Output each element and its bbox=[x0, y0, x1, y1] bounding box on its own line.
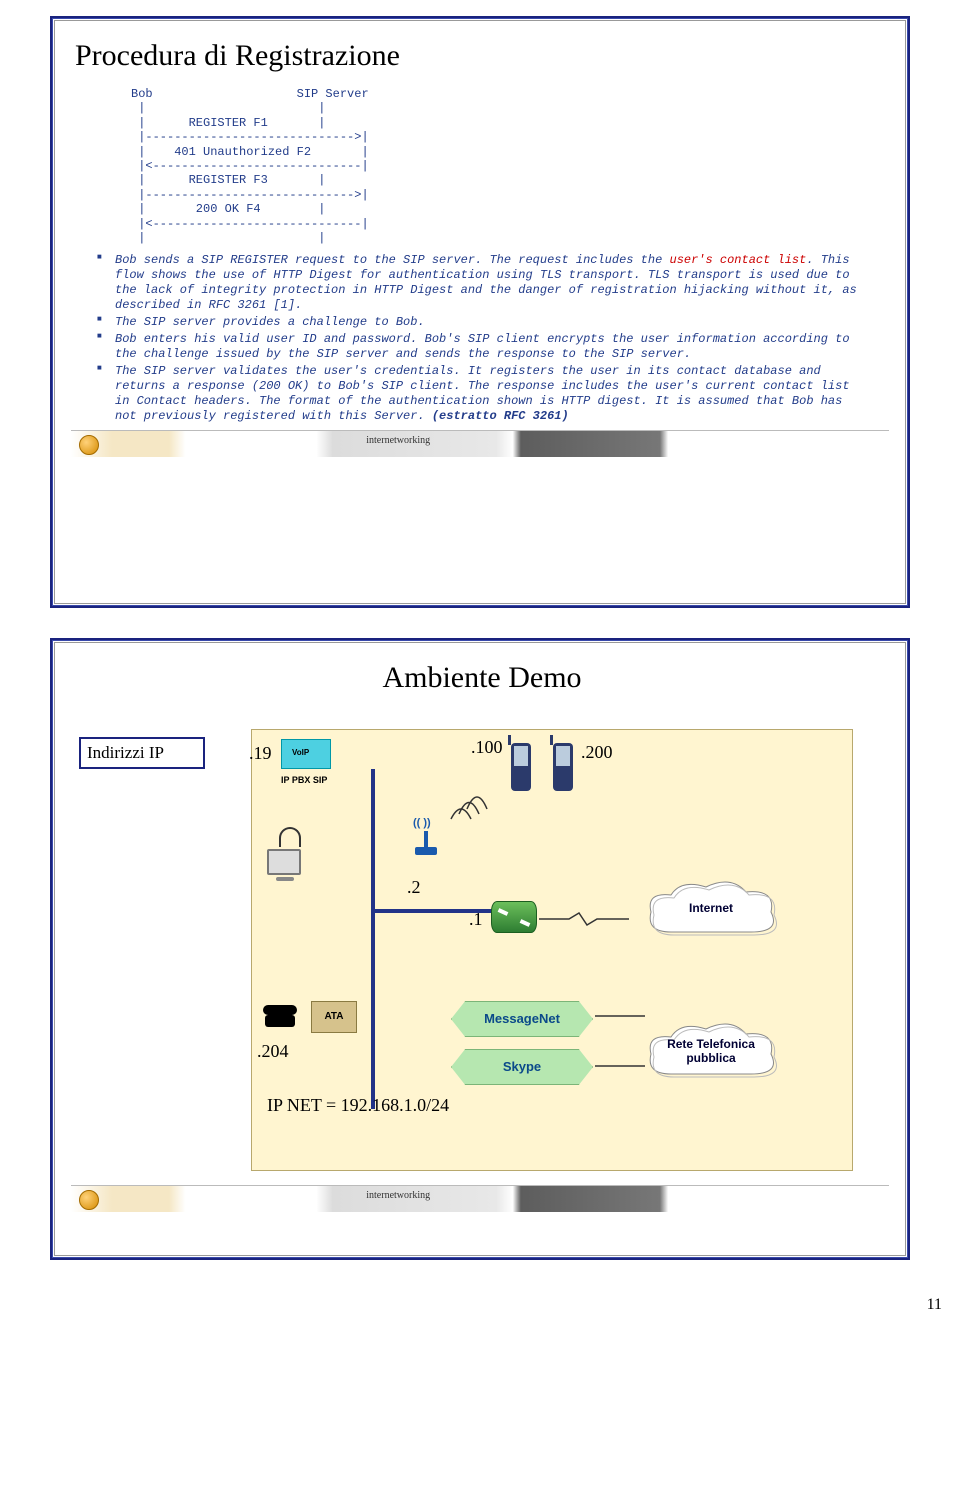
ip-100: .100 bbox=[471, 737, 503, 758]
net-line-v bbox=[371, 769, 375, 1109]
messagenet-label: MessageNet bbox=[451, 1001, 593, 1037]
note-2: The SIP server provides a challenge to B… bbox=[95, 315, 871, 330]
note-1: Bob sends a SIP REGISTER request to the … bbox=[95, 253, 871, 313]
voip-label: VoIP bbox=[292, 748, 309, 757]
ip-net: IP NET = 192.168.1.0/24 bbox=[267, 1095, 449, 1116]
footer-center: internetworking bbox=[366, 435, 430, 446]
diagram-area: Indirizzi IP VoIP .19 IP PBX SIP bbox=[71, 709, 889, 1179]
internet-cloud: Internet bbox=[641, 877, 781, 947]
ip-pbx-sip-label: IP PBX SIP bbox=[281, 775, 327, 785]
footer-milano: Milano 6-7 giugno bbox=[722, 437, 790, 447]
monitor-icon bbox=[267, 849, 303, 879]
link-zigzag-icon bbox=[539, 909, 629, 929]
router-icon bbox=[491, 901, 537, 933]
page-number: 11 bbox=[927, 1296, 942, 1314]
footer-milano: Milano 6-7 giugno bbox=[722, 1192, 790, 1202]
cellphone-1-icon bbox=[511, 743, 531, 791]
slide-1: Procedura di Registrazione Bob SIP Serve… bbox=[50, 16, 910, 608]
voip-box-icon: VoIP bbox=[281, 739, 331, 769]
note-4: The SIP server validates the user's cred… bbox=[95, 364, 871, 424]
ip-19: .19 bbox=[249, 743, 272, 764]
sip-ascii-diagram: Bob SIP Server | | | REGISTER F1 | |----… bbox=[131, 87, 889, 245]
ata-box-icon: ATA bbox=[311, 1001, 357, 1033]
ip-1: .1 bbox=[469, 909, 483, 930]
footer-center: internetworking bbox=[366, 1190, 430, 1201]
note-3: Bob enters his valid user ID and passwor… bbox=[95, 332, 871, 362]
hex-link-2 bbox=[595, 1059, 645, 1073]
slide2-title: Ambiente Demo bbox=[75, 661, 889, 695]
analog-phone-icon bbox=[263, 1005, 297, 1029]
ip-2: .2 bbox=[407, 877, 421, 898]
internet-label: Internet bbox=[689, 901, 733, 915]
pstn-cloud: Rete Telefonica pubblica bbox=[641, 1019, 781, 1089]
indirizzi-ip-label: Indirizzi IP bbox=[79, 737, 205, 769]
slide1-footer: internetworking Milano 6-7 giugno bbox=[71, 430, 889, 457]
slide-2-inner: Ambiente Demo Indirizzi IP VoIP .19 IP P… bbox=[54, 642, 906, 1256]
wifi-ap-icon bbox=[411, 819, 441, 843]
hex-link-1 bbox=[595, 1009, 645, 1023]
slide-1-inner: Procedura di Registrazione Bob SIP Serve… bbox=[54, 20, 906, 604]
ip-200: .200 bbox=[581, 742, 613, 763]
slide2-footer: internetworking Milano 6-7 giugno bbox=[71, 1185, 889, 1212]
wifi-waves-icon bbox=[449, 779, 509, 829]
footer-logo-icon bbox=[79, 1190, 99, 1210]
cellphone-2-icon bbox=[553, 743, 573, 791]
skype-label: Skype bbox=[451, 1049, 593, 1085]
slide1-notes: Bob sends a SIP REGISTER request to the … bbox=[95, 253, 871, 424]
slide-2: Ambiente Demo Indirizzi IP VoIP .19 IP P… bbox=[50, 638, 910, 1260]
ip-204: .204 bbox=[257, 1041, 289, 1062]
footer-logo-icon bbox=[79, 435, 99, 455]
slide1-title: Procedura di Registrazione bbox=[75, 39, 889, 73]
headset-icon bbox=[279, 827, 299, 847]
